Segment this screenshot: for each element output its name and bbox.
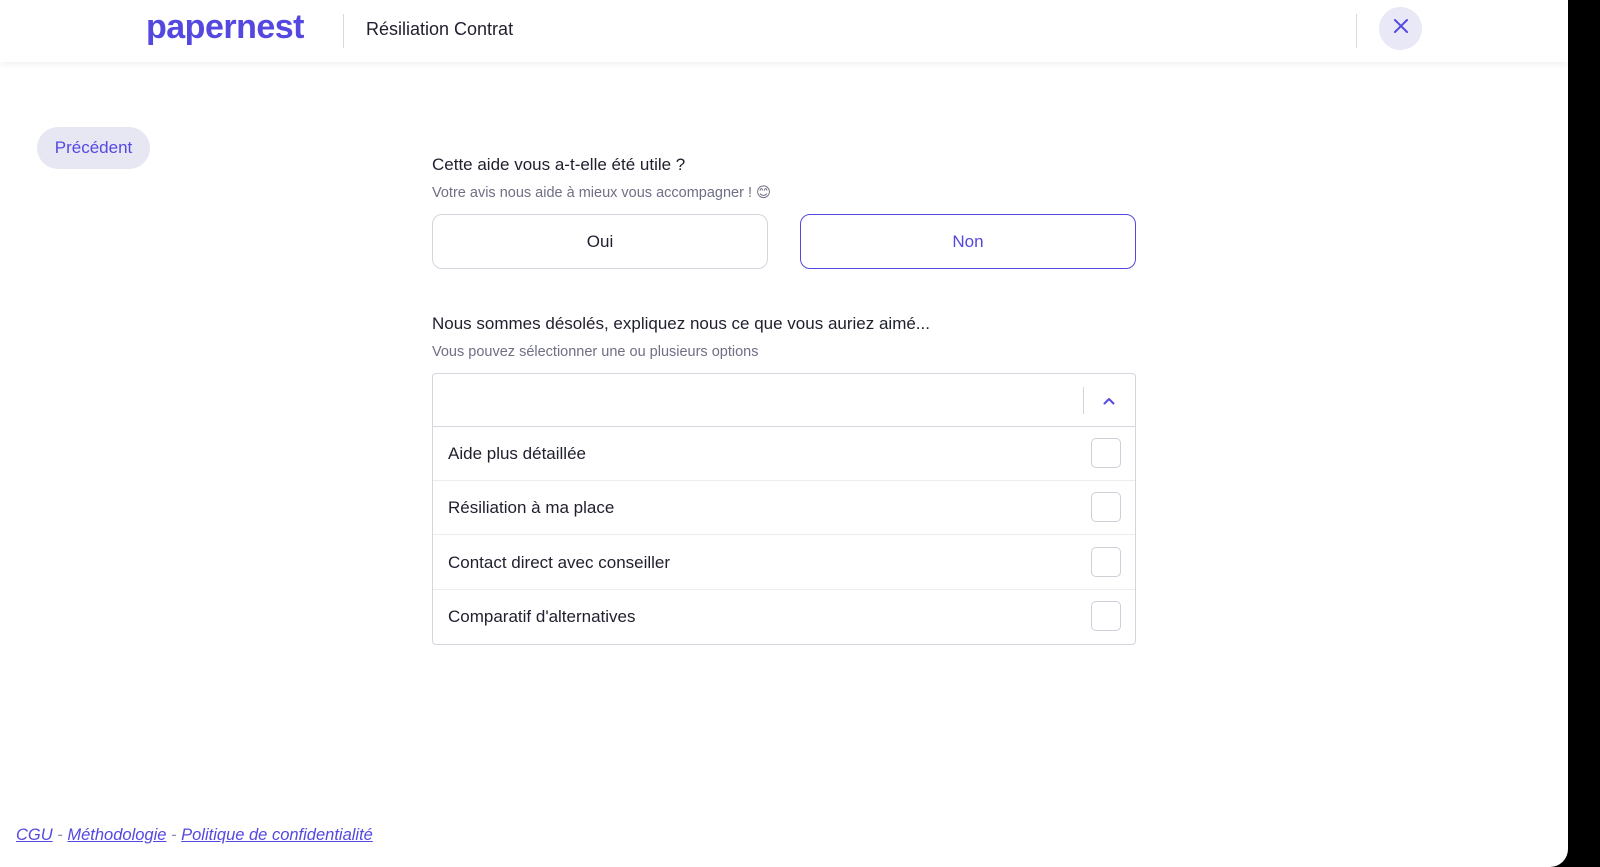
option-label: Résiliation à ma place (448, 497, 615, 517)
non-button[interactable]: Non (800, 214, 1136, 269)
feedback-question-subtitle: Vous pouvez sélectionner une ou plusieur… (432, 344, 759, 360)
close-button[interactable] (1379, 7, 1422, 50)
page-title: Résiliation Contrat (366, 19, 514, 39)
option-label: Comparatif d'alternatives (448, 607, 636, 626)
page: papernest Résiliation Contrat Précédent … (0, 0, 1568, 867)
question-subtitle: Votre avis nous aide à mieux vous accomp… (432, 185, 772, 201)
chevron-up-icon[interactable] (1099, 392, 1119, 410)
close-icon (1393, 18, 1409, 39)
cgu-link[interactable]: CGU (16, 826, 53, 844)
checkbox[interactable] (1091, 601, 1121, 631)
header-divider-right (1356, 14, 1357, 48)
header: papernest Résiliation Contrat (0, 0, 1568, 62)
multiselect-separator (1083, 387, 1084, 414)
checkbox[interactable] (1091, 492, 1121, 522)
previous-button[interactable]: Précédent (37, 127, 150, 169)
papernest-logo[interactable]: papernest (146, 12, 324, 48)
non-label: Non (952, 231, 984, 251)
feedback-multiselect: Aide plus détaillée Résiliation à ma pla… (432, 373, 1136, 645)
methodologie-link[interactable]: Méthodologie (67, 826, 166, 844)
option-resiliation-a-ma-place[interactable]: Résiliation à ma place (433, 481, 1135, 535)
oui-label: Oui (586, 231, 614, 251)
question-title: Cette aide vous a-t-elle été utile ? (432, 155, 686, 174)
checkbox[interactable] (1091, 438, 1121, 468)
feedback-question-title: Nous sommes désolés, expliquez nous ce q… (432, 314, 930, 333)
logo-text: papernest (146, 12, 304, 46)
footer-links: CGU - Méthodologie - Politique de confid… (16, 826, 373, 845)
checkbox[interactable] (1091, 547, 1121, 577)
option-contact-direct[interactable]: Contact direct avec conseiller (433, 536, 1135, 590)
header-divider (343, 14, 344, 48)
multiselect-control[interactable] (433, 374, 1135, 427)
footer-separator: - (171, 826, 177, 844)
option-aide-plus-detaillee[interactable]: Aide plus détaillée (433, 427, 1135, 481)
oui-button[interactable]: Oui (432, 214, 768, 269)
option-comparatif-alternatives[interactable]: Comparatif d'alternatives (433, 590, 1135, 644)
footer-separator: - (57, 826, 63, 844)
privacy-policy-link[interactable]: Politique de confidentialité (181, 826, 373, 844)
option-label: Aide plus détaillée (448, 443, 586, 463)
option-label: Contact direct avec conseiller (448, 552, 671, 572)
